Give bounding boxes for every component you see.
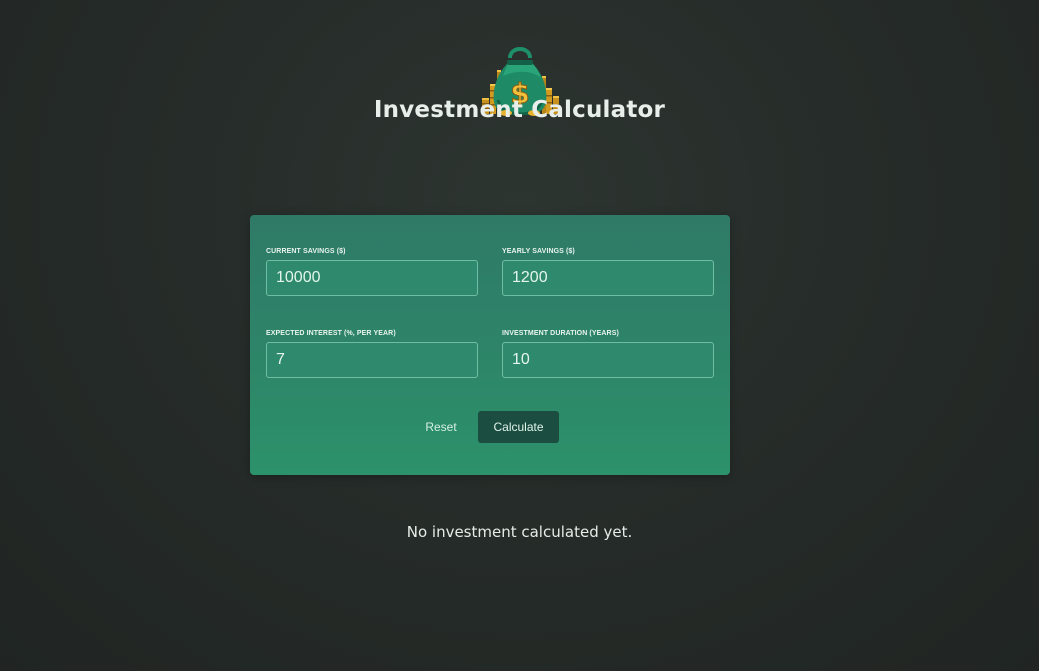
yearly-savings-field: Yearly Savings ($) [502,247,714,296]
yearly-savings-input[interactable] [502,260,714,296]
reset-button[interactable]: Reset [414,411,468,443]
expected-interest-label: Expected Interest (%, per year) [266,330,396,337]
page-title: Investment Calculator [373,97,666,123]
expected-interest-field: Expected Interest (%, per year) [266,329,478,378]
expected-interest-input[interactable] [266,342,478,378]
form-actions: Reset Calculate [250,411,730,443]
status-message: No investment calculated yet. [406,523,633,541]
investment-form: Current Savings ($) Yearly Savings ($) E… [250,215,730,475]
current-savings-label: Current Savings ($) [266,248,346,255]
investment-duration-input[interactable] [502,342,714,378]
calculate-button[interactable]: Calculate [478,411,559,443]
current-savings-field: Current Savings ($) [266,247,478,296]
current-savings-input[interactable] [266,260,478,296]
yearly-savings-label: Yearly Savings ($) [502,248,575,255]
investment-duration-field: Investment Duration (years) [502,329,714,378]
investment-duration-label: Investment Duration (years) [502,330,619,337]
